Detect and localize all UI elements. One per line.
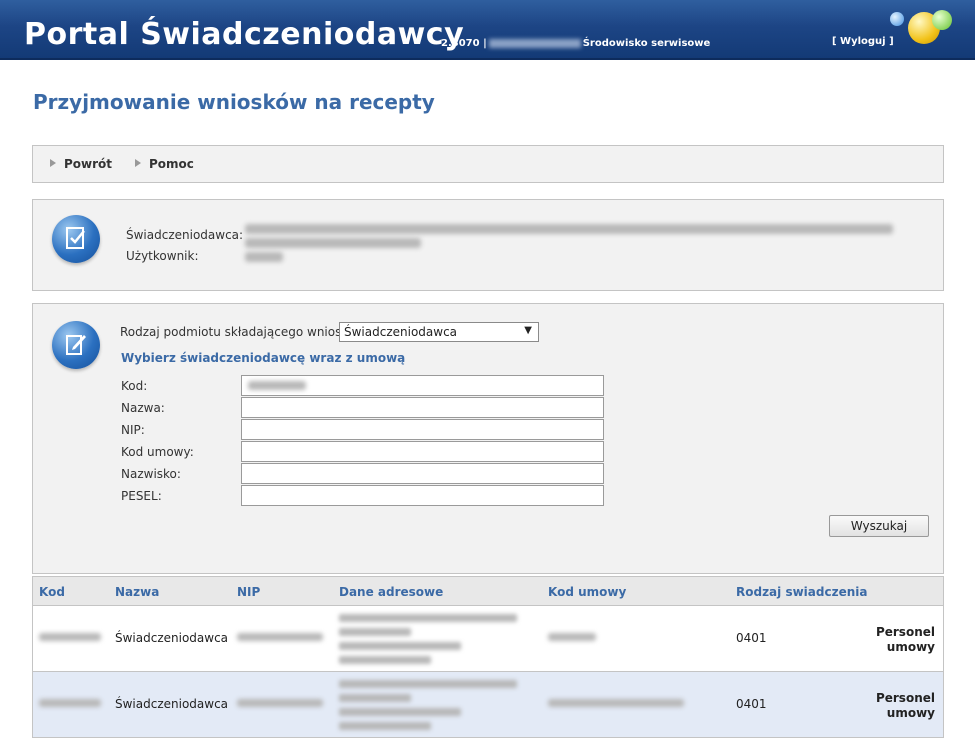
- contract-code-redacted: [548, 633, 596, 641]
- back-label: Powrót: [64, 157, 113, 171]
- provider-address-redacted: [245, 238, 421, 248]
- logo-balls-icon: [888, 8, 960, 48]
- provider-value-redacted: [245, 224, 893, 234]
- dropdown-arrow-icon: ▼: [524, 325, 532, 336]
- pesel-label: PESEL:: [121, 489, 162, 503]
- help-link[interactable]: Pomoc: [135, 157, 194, 171]
- pesel-input[interactable]: [241, 485, 604, 506]
- nip-redacted: [237, 633, 323, 641]
- app-header: Portal Świadczeniodawcy 2.3070 | Środowis…: [0, 0, 975, 60]
- table-row[interactable]: Świadczeniodawca 0401 Personel umowy: [33, 672, 943, 738]
- logout-link[interactable]: [ Wyloguj ]: [832, 36, 894, 47]
- search-subtitle: Wybierz świadczeniodawcę wraz z umową: [121, 351, 406, 365]
- address-redacted: [339, 628, 411, 636]
- row-nazwa: Świadczeniodawca: [115, 631, 229, 645]
- col-header-nazwa[interactable]: Nazwa: [115, 585, 159, 599]
- address-redacted: [339, 708, 461, 716]
- row-service-type: 0401: [736, 631, 767, 645]
- version-number: 2.3070 |: [441, 38, 487, 49]
- contract-code-redacted: [548, 699, 684, 707]
- entity-type-select[interactable]: Świadczeniodawca ▼: [339, 322, 539, 342]
- environment-label: Środowisko serwisowe: [582, 38, 711, 49]
- arrow-right-icon: [135, 159, 141, 167]
- document-check-icon: [52, 215, 100, 263]
- document-edit-icon: [52, 321, 100, 369]
- col-header-kod[interactable]: Kod: [39, 585, 65, 599]
- kod-umowy-label: Kod umowy:: [121, 445, 194, 459]
- row-service-type: 0401: [736, 697, 767, 711]
- nazwa-input[interactable]: [241, 397, 604, 418]
- kod-label: Kod:: [121, 379, 148, 393]
- page-title: Przyjmowanie wniosków na recepty: [33, 90, 435, 114]
- kod-redacted: [39, 633, 101, 641]
- address-redacted: [339, 614, 517, 622]
- kod-value-redacted: [248, 381, 306, 390]
- nazwisko-input[interactable]: [241, 463, 604, 484]
- nip-redacted: [237, 699, 323, 707]
- nip-input[interactable]: [241, 419, 604, 440]
- provider-label: Świadczeniodawca:: [126, 228, 244, 242]
- address-redacted: [339, 642, 461, 650]
- user-value-redacted: [245, 252, 283, 262]
- table-header: Kod Nazwa NIP Dane adresowe Kod umowy Ro…: [33, 576, 943, 606]
- user-label: Użytkownik:: [126, 249, 199, 263]
- results-table: Kod Nazwa NIP Dane adresowe Kod umowy Ro…: [32, 576, 944, 738]
- row-nazwa: Świadczeniodawca: [115, 697, 229, 711]
- kod-umowy-input[interactable]: [241, 441, 604, 462]
- entity-type-value: Świadczeniodawca: [344, 325, 458, 339]
- personnel-link[interactable]: Personel umowy: [865, 691, 935, 721]
- entity-type-label: Rodzaj podmiotu składającego wniosek:: [120, 325, 360, 339]
- search-button[interactable]: Wyszukaj: [829, 515, 929, 537]
- help-label: Pomoc: [149, 157, 194, 171]
- app-title: Portal Świadczeniodawcy: [24, 17, 465, 52]
- version-info: 2.3070 | Środowisko serwisowe: [441, 38, 710, 49]
- nazwa-label: Nazwa:: [121, 401, 165, 415]
- nazwisko-label: Nazwisko:: [121, 467, 181, 481]
- search-panel: Rodzaj podmiotu składającego wniosek: Św…: [32, 303, 944, 574]
- address-redacted: [339, 656, 431, 664]
- col-header-contract-code[interactable]: Kod umowy: [548, 585, 626, 599]
- kod-redacted: [39, 699, 101, 707]
- address-redacted: [339, 680, 517, 688]
- arrow-right-icon: [50, 159, 56, 167]
- kod-input[interactable]: [241, 375, 604, 396]
- address-redacted: [339, 694, 411, 702]
- personnel-link[interactable]: Personel umowy: [865, 625, 935, 655]
- col-header-service-type[interactable]: Rodzaj swiadczenia: [736, 585, 867, 599]
- redacted-id: [488, 38, 581, 48]
- provider-info-panel: Świadczeniodawca: Użytkownik:: [32, 199, 944, 291]
- back-link[interactable]: Powrót: [50, 157, 112, 171]
- table-row[interactable]: Świadczeniodawca 0401 Personel umowy: [33, 606, 943, 672]
- action-bar: Powrót Pomoc: [32, 145, 944, 183]
- nip-label: NIP:: [121, 423, 145, 437]
- col-header-nip[interactable]: NIP: [237, 585, 260, 599]
- address-redacted: [339, 722, 431, 730]
- col-header-address[interactable]: Dane adresowe: [339, 585, 443, 599]
